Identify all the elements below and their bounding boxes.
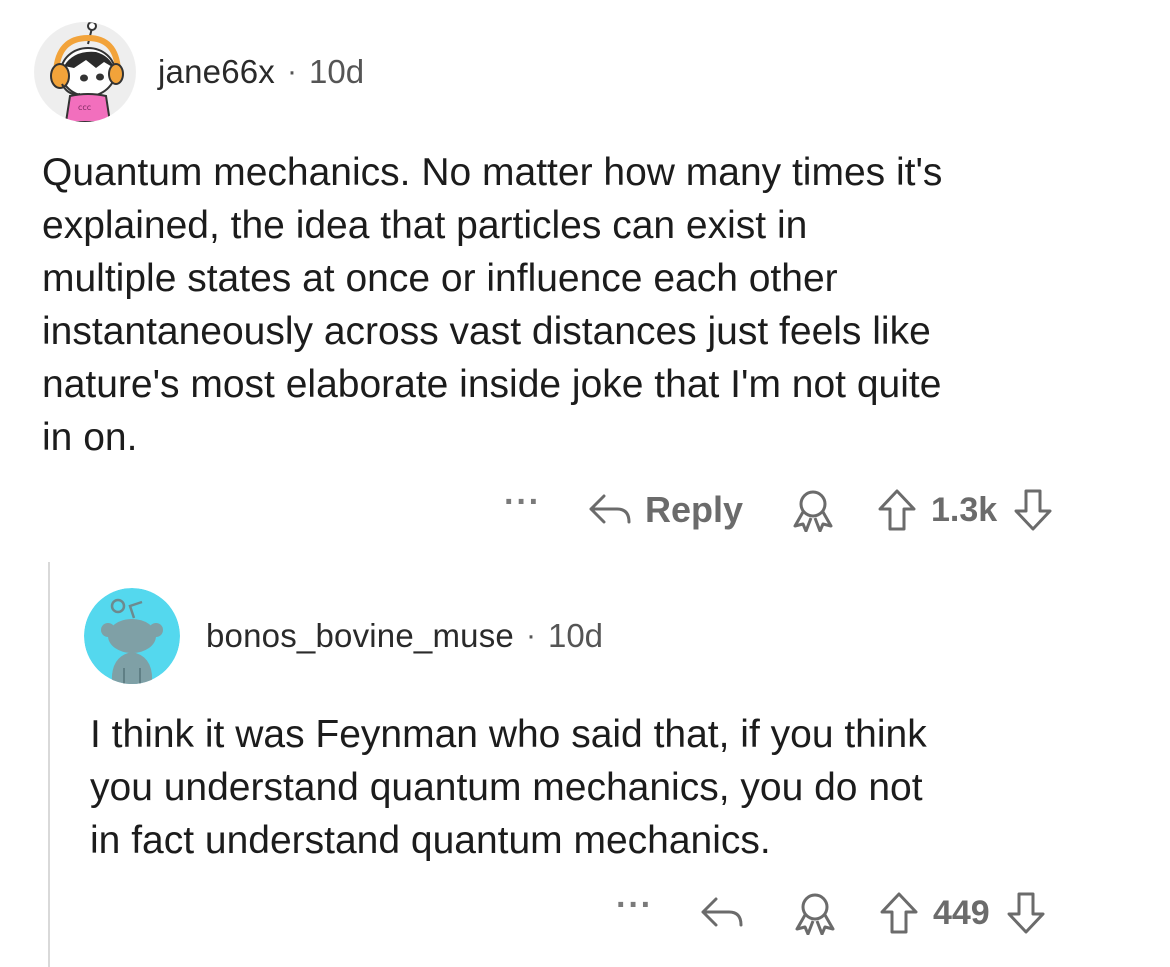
avatar[interactable]: ccc xyxy=(34,22,136,122)
downvote-arrow-icon[interactable] xyxy=(1013,488,1053,532)
more-options-button[interactable]: ··· xyxy=(616,888,653,922)
vote-score: 449 xyxy=(932,893,990,932)
username[interactable]: bonos_bovine_muse xyxy=(206,617,514,655)
svg-text:ccc: ccc xyxy=(78,103,91,112)
award-icon[interactable] xyxy=(789,488,837,532)
award-icon[interactable] xyxy=(791,891,839,935)
comment-1-actions: ··· Reply 1.3k xyxy=(504,485,1053,533)
reply-arrow-icon[interactable] xyxy=(699,895,745,931)
reply-label: Reply xyxy=(644,489,744,530)
comment-2-actions: ··· 449 xyxy=(616,888,1046,936)
upvote-arrow-icon[interactable] xyxy=(877,488,917,532)
reply-button[interactable]: Reply xyxy=(587,489,743,531)
separator-dot: · xyxy=(287,55,297,88)
downvote-arrow-icon[interactable] xyxy=(1006,891,1046,935)
more-options-button[interactable]: ··· xyxy=(504,485,541,519)
comment-age: 10d xyxy=(309,53,365,90)
comment-body: Quantum mechanics. No matter how many ti… xyxy=(42,151,943,459)
comment-1-header: ccc jane66x · 10d xyxy=(34,22,364,122)
snoo-avatar-headphones-icon: ccc xyxy=(35,22,135,122)
avatar[interactable] xyxy=(84,588,180,684)
comment-body: I think it was Feynman who said that, if… xyxy=(90,713,927,862)
separator-dot: · xyxy=(525,619,536,652)
comment-age: 10d xyxy=(547,617,604,654)
upvote-arrow-icon[interactable] xyxy=(879,891,919,935)
snoo-default-avatar-icon xyxy=(84,588,180,684)
vote-score: 1.3k xyxy=(931,490,998,529)
comment-2-header: bonos_bovine_muse · 10d xyxy=(84,588,603,684)
username[interactable]: jane66x xyxy=(158,53,275,91)
reply-arrow-icon xyxy=(587,492,633,528)
thread-line[interactable] xyxy=(48,562,50,967)
